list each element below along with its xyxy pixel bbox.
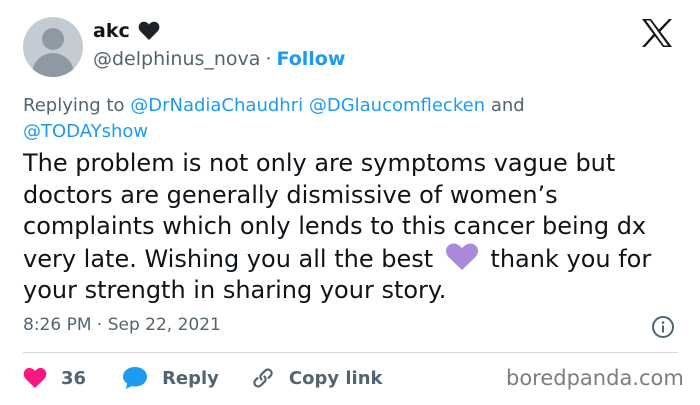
avatar[interactable] (23, 17, 83, 77)
mention-link[interactable]: @DGlaucomflecken (309, 95, 485, 116)
like-heart-icon (23, 367, 47, 388)
name-row: akc (93, 20, 160, 42)
like-count: 36 (61, 367, 87, 389)
action-bar: 36 Reply Copy link (23, 364, 383, 392)
reply-context: Replying to @DrNadiaChaudhri @DGlaucomfl… (23, 93, 643, 145)
mention-link[interactable]: @TODAYshow (23, 121, 148, 142)
black-heart-icon (138, 21, 160, 41)
watermark: boredpanda.com (506, 366, 684, 390)
user-handle[interactable]: @delphinus_nova (93, 48, 260, 70)
handle-row: @delphinus_nova · Follow (93, 48, 345, 70)
reply-button[interactable]: Reply (122, 366, 219, 390)
follow-button[interactable]: Follow (277, 48, 346, 70)
avatar-head (42, 28, 64, 50)
replying-prefix: Replying to (23, 95, 125, 116)
copy-link-label: Copy link (288, 367, 383, 389)
reply-bubble-icon (123, 367, 148, 389)
purple-heart-icon (445, 242, 479, 270)
display-name[interactable]: akc (93, 20, 130, 42)
avatar-body (32, 53, 74, 77)
like-button[interactable]: 36 (23, 367, 86, 389)
link-icon (253, 368, 273, 388)
divider (23, 352, 678, 353)
replying-conjunction: and (490, 95, 525, 116)
separator-dot: · (265, 48, 272, 70)
x-logo-icon[interactable] (640, 18, 674, 48)
copy-link-button[interactable]: Copy link (251, 366, 383, 390)
tweet-text: The problem is not only are symptoms vag… (23, 148, 688, 307)
mention-link[interactable]: @DrNadiaChaudhri (130, 95, 303, 116)
info-icon[interactable] (651, 315, 675, 339)
reply-label: Reply (162, 367, 219, 389)
timestamp[interactable]: 8:26 PM · Sep 22, 2021 (23, 315, 221, 335)
